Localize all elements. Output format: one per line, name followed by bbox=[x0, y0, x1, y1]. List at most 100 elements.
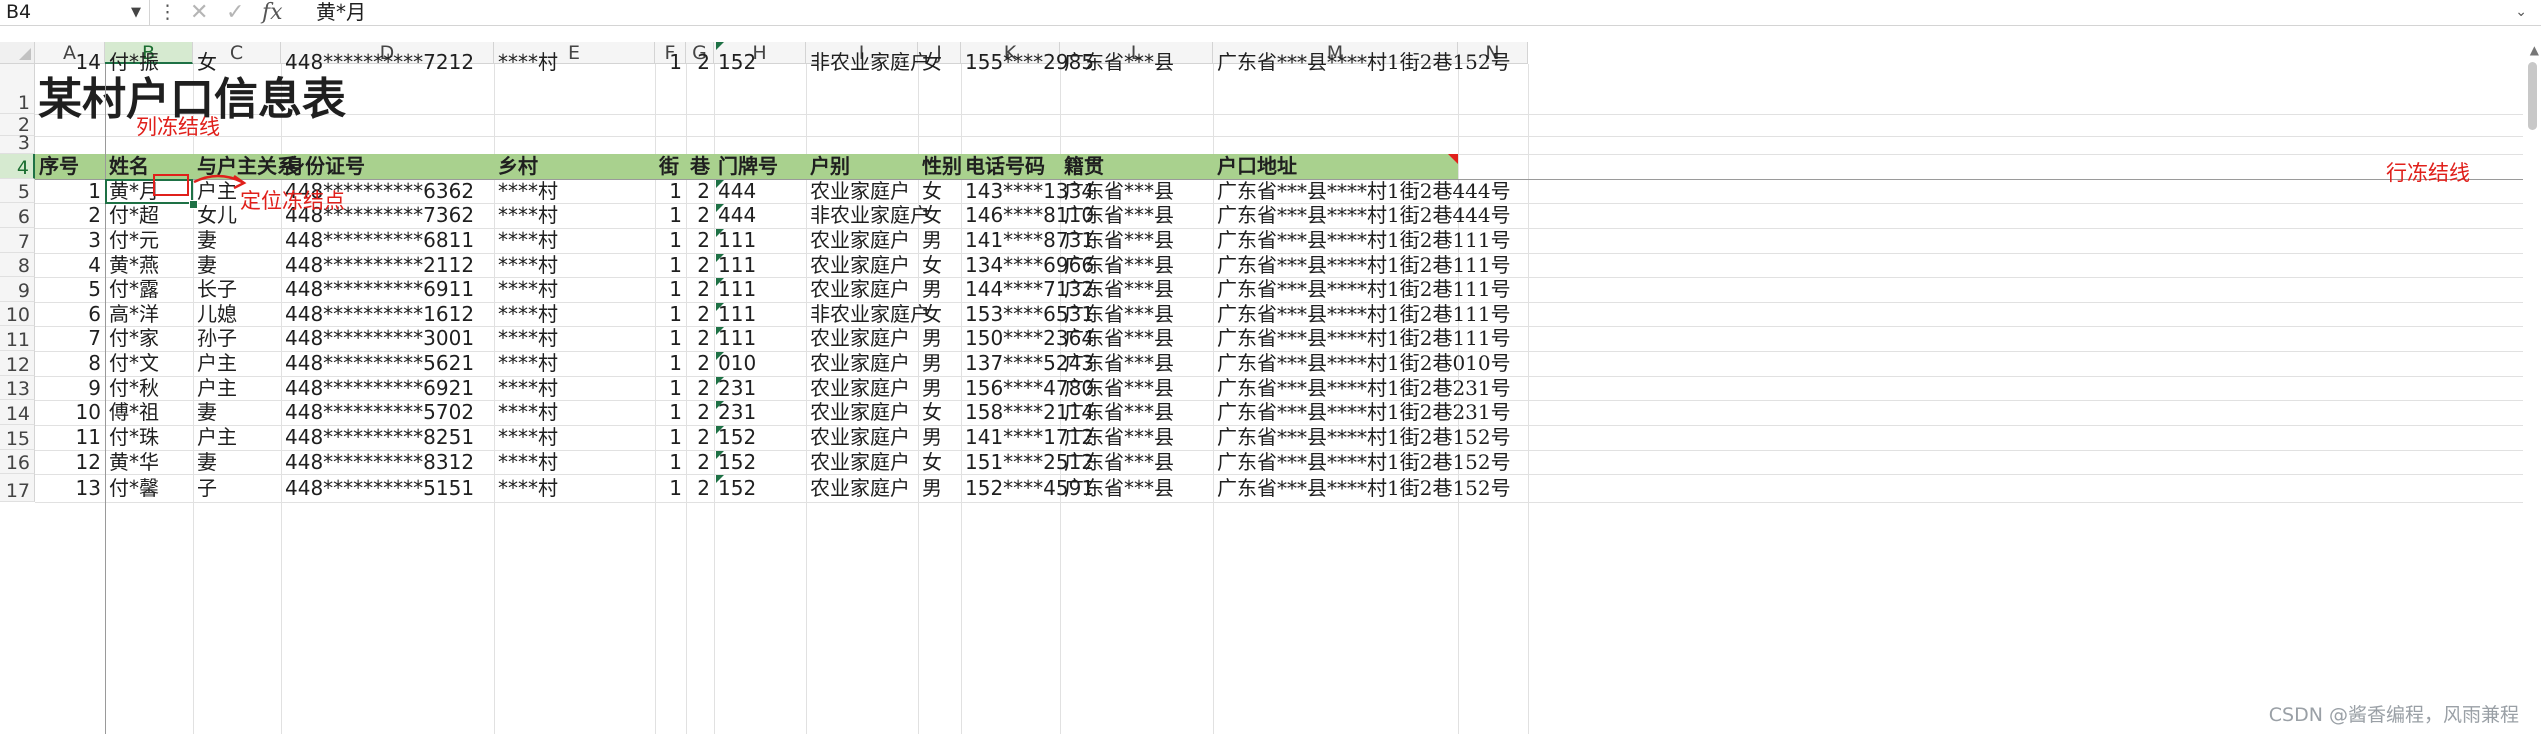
table-cell[interactable]: 156****4780 bbox=[961, 374, 1094, 400]
table-cell[interactable]: 151****2512 bbox=[961, 448, 1094, 474]
table-cell[interactable]: 5 bbox=[35, 275, 105, 301]
row-header-3[interactable]: 3 bbox=[0, 133, 35, 154]
scroll-thumb[interactable] bbox=[2528, 62, 2537, 130]
table-cell[interactable]: 2 bbox=[686, 226, 714, 252]
row-header-1[interactable]: 1 bbox=[0, 64, 35, 114]
table-cell[interactable]: ****村 bbox=[494, 42, 655, 82]
table-cell[interactable]: ****村 bbox=[494, 472, 655, 500]
table-cell[interactable]: 152 bbox=[714, 448, 806, 474]
header-cell[interactable]: 巷 bbox=[686, 153, 714, 179]
table-cell[interactable]: 2 bbox=[686, 423, 714, 449]
table-cell[interactable]: 男 bbox=[918, 226, 961, 252]
table-cell[interactable]: 134****6966 bbox=[961, 251, 1094, 277]
table-cell[interactable]: 广东省***县****村1街2巷111号 bbox=[1213, 300, 1511, 326]
table-cell[interactable]: 广东省***县 bbox=[1060, 398, 1213, 424]
select-all-corner[interactable] bbox=[0, 42, 35, 64]
table-cell[interactable]: 广东省***县 bbox=[1060, 201, 1213, 227]
row-header-8[interactable]: 8 bbox=[0, 253, 35, 277]
table-cell[interactable]: 1 bbox=[655, 349, 686, 375]
table-cell[interactable]: 女 bbox=[918, 251, 961, 277]
table-cell[interactable]: 448**********5702 bbox=[281, 398, 494, 424]
table-cell[interactable]: 农业家庭户 bbox=[806, 275, 918, 301]
scroll-up-icon[interactable]: ▲ bbox=[2530, 42, 2539, 58]
table-cell[interactable]: 户主 bbox=[193, 374, 281, 400]
table-cell[interactable]: 158****2114 bbox=[961, 398, 1094, 424]
table-cell[interactable]: 2 bbox=[686, 448, 714, 474]
table-cell[interactable]: 4 bbox=[35, 251, 105, 277]
table-cell[interactable]: 广东省***县 bbox=[1060, 226, 1213, 252]
table-cell[interactable]: ****村 bbox=[494, 251, 655, 277]
table-cell[interactable]: 1 bbox=[655, 42, 686, 82]
table-cell[interactable]: 141****1712 bbox=[961, 423, 1094, 449]
table-cell[interactable]: 孙子 bbox=[193, 324, 281, 350]
table-cell[interactable]: 444 bbox=[714, 201, 806, 227]
table-cell[interactable]: 广东省***县 bbox=[1060, 275, 1213, 301]
table-cell[interactable]: 2 bbox=[686, 472, 714, 500]
table-cell[interactable]: 广东省***县 bbox=[1060, 472, 1213, 500]
table-cell[interactable]: 非农业家庭户 bbox=[806, 300, 930, 326]
table-cell[interactable]: 9 bbox=[35, 374, 105, 400]
header-cell[interactable]: 户别 bbox=[806, 153, 918, 179]
table-cell[interactable]: 448**********5621 bbox=[281, 349, 494, 375]
table-cell[interactable]: 傅*祖 bbox=[105, 398, 193, 424]
table-cell[interactable]: ****村 bbox=[494, 324, 655, 350]
table-cell[interactable]: ****村 bbox=[494, 398, 655, 424]
table-cell[interactable]: 143****1334 bbox=[961, 177, 1094, 203]
table-cell[interactable]: 1 bbox=[655, 472, 686, 500]
table-cell[interactable]: 户主 bbox=[193, 349, 281, 375]
table-cell[interactable]: 3 bbox=[35, 226, 105, 252]
table-cell[interactable]: 448**********6911 bbox=[281, 275, 494, 301]
table-cell[interactable]: 155****2985 bbox=[961, 42, 1094, 82]
table-cell[interactable]: 448**********8312 bbox=[281, 448, 494, 474]
expand-icon[interactable]: ⌄ bbox=[2515, 0, 2527, 25]
table-cell[interactable]: 14 bbox=[35, 42, 105, 82]
table-cell[interactable]: ****村 bbox=[494, 275, 655, 301]
table-cell[interactable]: 448**********2112 bbox=[281, 251, 494, 277]
table-cell[interactable]: ****村 bbox=[494, 226, 655, 252]
more-icon[interactable]: ⋮ bbox=[158, 0, 177, 24]
table-cell[interactable]: 非农业家庭户 bbox=[806, 201, 930, 227]
table-cell[interactable]: ****村 bbox=[494, 423, 655, 449]
row-header-7[interactable]: 7 bbox=[0, 228, 35, 253]
table-cell[interactable]: 2 bbox=[686, 398, 714, 424]
table-cell[interactable]: 广东省***县****村1街2巷152号 bbox=[1213, 42, 1511, 82]
table-cell[interactable]: 152****4591 bbox=[961, 472, 1094, 500]
table-cell[interactable]: 农业家庭户 bbox=[806, 177, 918, 203]
table-cell[interactable]: 广东省***县****村1街2巷444号 bbox=[1213, 177, 1511, 203]
fx-icon[interactable]: fx bbox=[262, 0, 283, 25]
table-cell[interactable]: 444 bbox=[714, 177, 806, 203]
formula-input[interactable]: 黄*月 bbox=[316, 0, 366, 25]
table-cell[interactable]: 农业家庭户 bbox=[806, 448, 918, 474]
table-cell[interactable]: ****村 bbox=[494, 349, 655, 375]
table-cell[interactable]: 女 bbox=[918, 448, 961, 474]
table-cell[interactable]: 146****8110 bbox=[961, 201, 1094, 227]
header-cell[interactable]: 序号 bbox=[35, 153, 105, 179]
row-header-12[interactable]: 12 bbox=[0, 351, 35, 376]
table-cell[interactable]: 农业家庭户 bbox=[806, 472, 918, 500]
table-cell[interactable]: ****村 bbox=[494, 177, 655, 203]
table-cell[interactable]: 付*珠 bbox=[105, 423, 193, 449]
table-cell[interactable]: 长子 bbox=[193, 275, 281, 301]
table-cell[interactable]: 1 bbox=[655, 423, 686, 449]
table-cell[interactable]: 2 bbox=[686, 177, 714, 203]
row-header-16[interactable]: 16 bbox=[0, 450, 35, 474]
row-header-13[interactable]: 13 bbox=[0, 376, 35, 400]
table-cell[interactable]: ****村 bbox=[494, 201, 655, 227]
table-cell[interactable]: 8 bbox=[35, 349, 105, 375]
table-cell[interactable]: 女 bbox=[918, 42, 961, 82]
table-cell[interactable]: 广东省***县****村1街2巷231号 bbox=[1213, 374, 1511, 400]
table-cell[interactable]: 付*家 bbox=[105, 324, 193, 350]
table-cell[interactable]: 231 bbox=[714, 398, 806, 424]
table-cell[interactable]: 农业家庭户 bbox=[806, 251, 918, 277]
table-cell[interactable]: 女 bbox=[918, 177, 961, 203]
table-cell[interactable]: 广东省***县****村1街2巷111号 bbox=[1213, 275, 1511, 301]
table-cell[interactable]: 111 bbox=[714, 275, 806, 301]
table-cell[interactable]: 付*振 bbox=[105, 42, 193, 82]
table-cell[interactable]: 女 bbox=[193, 42, 281, 82]
row-header-4[interactable]: 4 bbox=[0, 154, 35, 179]
table-cell[interactable]: 付*文 bbox=[105, 349, 193, 375]
table-cell[interactable]: 广东省***县 bbox=[1060, 324, 1213, 350]
table-cell[interactable]: 男 bbox=[918, 374, 961, 400]
table-cell[interactable]: 2 bbox=[35, 201, 105, 227]
table-cell[interactable]: 付*秋 bbox=[105, 374, 193, 400]
